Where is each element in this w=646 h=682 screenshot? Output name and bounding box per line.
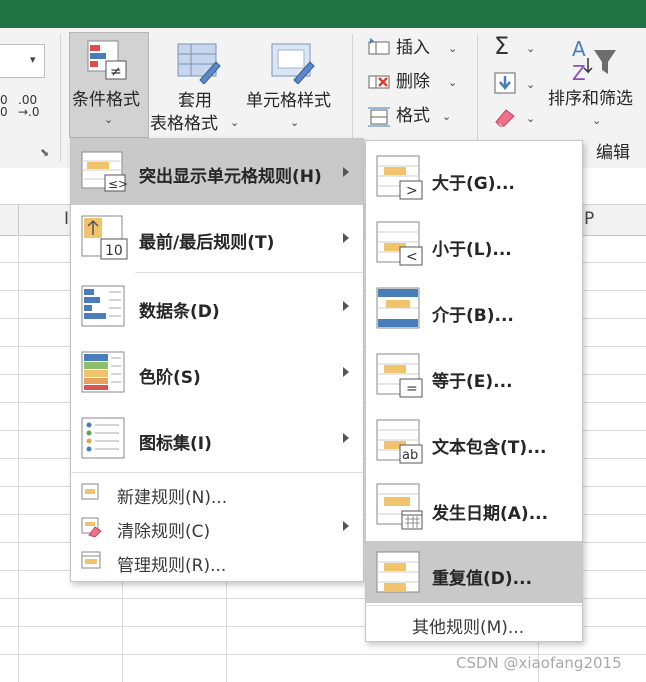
menu-item-data-bars[interactable]: 数据条(D) bbox=[71, 273, 363, 339]
submenu-arrow-icon bbox=[343, 167, 349, 177]
insert-cells-icon bbox=[368, 38, 390, 55]
chevron-down-icon: ⌄ bbox=[230, 116, 240, 129]
format-button[interactable]: 格式 ⌄ bbox=[366, 104, 466, 130]
chevron-down-icon: ▾ bbox=[30, 53, 36, 66]
svg-text:≠: ≠ bbox=[110, 64, 122, 80]
svg-text:<: < bbox=[406, 249, 418, 265]
top-bottom-icon: 10 bbox=[81, 215, 128, 260]
dialog-launcher-icon[interactable]: ⬊ bbox=[40, 146, 49, 159]
increase-decimal-button[interactable]: .00 →.0 bbox=[18, 94, 40, 118]
menu-item-top-bottom[interactable]: 10 最前/最后规则(T) bbox=[71, 205, 363, 271]
menu-item-clear-rules[interactable]: 清除规则(C) bbox=[71, 509, 363, 543]
submenu-item-text-contains[interactable]: ab 文本包含(T)... bbox=[366, 409, 582, 475]
cell-styles-icon bbox=[271, 43, 315, 84]
format-label: 格式 bbox=[396, 106, 430, 126]
conditional-format-label: 条件格式 bbox=[72, 90, 140, 110]
sort-filter-button[interactable]: A Z 排序和筛选 ⌄ bbox=[548, 32, 644, 136]
submenu-arrow-icon bbox=[343, 521, 349, 531]
submenu-arrow-icon bbox=[343, 301, 349, 311]
svg-text:>: > bbox=[406, 183, 418, 199]
delete-cells-icon bbox=[368, 75, 390, 89]
table-format-label-2: 表格格式 bbox=[150, 114, 218, 134]
column-header[interactable]: I bbox=[64, 209, 69, 229]
chevron-down-icon: ⌄ bbox=[104, 113, 114, 126]
number-format-dropdown[interactable]: ▾ bbox=[0, 44, 45, 78]
submenu-item-less-than[interactable]: < 小于(L)... bbox=[366, 211, 582, 277]
edit-group-label: 编辑 bbox=[596, 143, 630, 163]
insert-button[interactable]: 插入 ⌄ bbox=[366, 36, 466, 62]
submenu-item-date-occurring[interactable]: 发生日期(A)... bbox=[366, 475, 582, 541]
new-rule-icon bbox=[81, 483, 99, 500]
conditional-format-menu: ≤> 突出显示单元格规则(H) 10 最前/最后规则(T) 数据条(D) 色阶(… bbox=[70, 138, 364, 582]
submenu-arrow-icon bbox=[343, 233, 349, 243]
cell-styles-label: 单元格样式 bbox=[246, 91, 331, 111]
menu-item-manage-rules[interactable]: 管理规则(R)... bbox=[71, 543, 363, 577]
format-cells-icon bbox=[368, 107, 390, 127]
conditional-format-button[interactable]: ≠ 条件格式 ⌄ bbox=[69, 32, 149, 138]
highlight-rules-submenu: > 大于(G)... < 小于(L)... 介于(B)... = 等于(E)..… bbox=[365, 140, 583, 642]
decrease-decimal-button[interactable]: 00 bbox=[0, 94, 8, 118]
between-icon bbox=[376, 287, 420, 329]
chevron-down-icon: ⌄ bbox=[442, 110, 452, 123]
icon-sets-icon bbox=[81, 417, 125, 459]
table-format-label-1: 套用 bbox=[178, 91, 212, 111]
svg-text:=: = bbox=[406, 381, 418, 397]
date-occurring-icon bbox=[376, 483, 423, 530]
duplicate-values-icon bbox=[376, 551, 420, 593]
format-as-table-button[interactable]: 套用 表格格式 ⌄ bbox=[150, 32, 244, 136]
menu-item-new-rule[interactable]: 新建规则(N)... bbox=[71, 475, 363, 509]
svg-text:≤>: ≤> bbox=[108, 177, 127, 191]
chevron-down-icon: ⌄ bbox=[592, 114, 602, 127]
table-format-icon bbox=[177, 43, 221, 84]
submenu-item-more-rules[interactable]: 其他规则(M)... bbox=[366, 607, 582, 639]
svg-text:10: 10 bbox=[105, 243, 123, 259]
sort-filter-label: 排序和筛选 bbox=[548, 89, 633, 109]
delete-label: 删除 bbox=[396, 72, 430, 92]
eraser-icon bbox=[495, 109, 515, 127]
chevron-down-icon: ⌄ bbox=[448, 42, 458, 55]
cell-styles-button[interactable]: 单元格样式 ⌄ bbox=[246, 32, 342, 136]
data-bars-icon bbox=[81, 285, 125, 327]
submenu-item-greater-than[interactable]: > 大于(G)... bbox=[366, 145, 582, 211]
submenu-arrow-icon bbox=[343, 433, 349, 443]
sigma-icon: Σ bbox=[494, 32, 510, 60]
clear-rules-icon bbox=[81, 517, 102, 537]
watermark: CSDN @xiaofang2015 bbox=[456, 654, 622, 672]
clear-button[interactable]: ⌄ bbox=[492, 104, 536, 132]
chevron-down-icon: ⌄ bbox=[526, 42, 536, 55]
chevron-down-icon: ⌄ bbox=[290, 116, 300, 129]
conditional-format-icon: ≠ bbox=[87, 40, 127, 80]
menu-item-icon-sets[interactable]: 图标集(I) bbox=[71, 405, 363, 471]
title-bar bbox=[0, 0, 646, 28]
svg-text:A: A bbox=[572, 37, 586, 61]
sort-filter-icon: A Z bbox=[572, 37, 616, 84]
delete-button[interactable]: 删除 ⌄ bbox=[366, 70, 466, 96]
chevron-down-icon: ⌄ bbox=[526, 78, 536, 91]
fill-down-icon bbox=[494, 72, 516, 94]
menu-item-color-scales[interactable]: 色阶(S) bbox=[71, 339, 363, 405]
fill-button[interactable]: ⌄ bbox=[492, 70, 536, 98]
submenu-arrow-icon bbox=[343, 367, 349, 377]
manage-rules-icon bbox=[81, 551, 101, 569]
equal-to-icon: = bbox=[376, 353, 423, 398]
svg-text:Z: Z bbox=[572, 61, 586, 84]
menu-item-highlight-cells[interactable]: ≤> 突出显示单元格规则(H) bbox=[71, 139, 363, 205]
greater-than-icon: > bbox=[376, 155, 423, 200]
chevron-down-icon: ⌄ bbox=[526, 112, 536, 125]
insert-label: 插入 bbox=[396, 38, 430, 58]
submenu-item-equal-to[interactable]: = 等于(E)... bbox=[366, 343, 582, 409]
submenu-item-duplicate-values[interactable]: 重复值(D)... bbox=[366, 541, 582, 603]
chevron-down-icon: ⌄ bbox=[448, 76, 458, 89]
highlight-cells-icon: ≤> bbox=[81, 151, 127, 192]
svg-text:ab: ab bbox=[402, 448, 418, 463]
color-scales-icon bbox=[81, 351, 125, 393]
text-contains-icon: ab bbox=[376, 419, 423, 464]
submenu-item-between[interactable]: 介于(B)... bbox=[366, 277, 582, 343]
autosum-button[interactable]: Σ ⌄ bbox=[492, 32, 536, 62]
less-than-icon: < bbox=[376, 221, 423, 266]
column-header-p[interactable]: P bbox=[584, 209, 594, 229]
